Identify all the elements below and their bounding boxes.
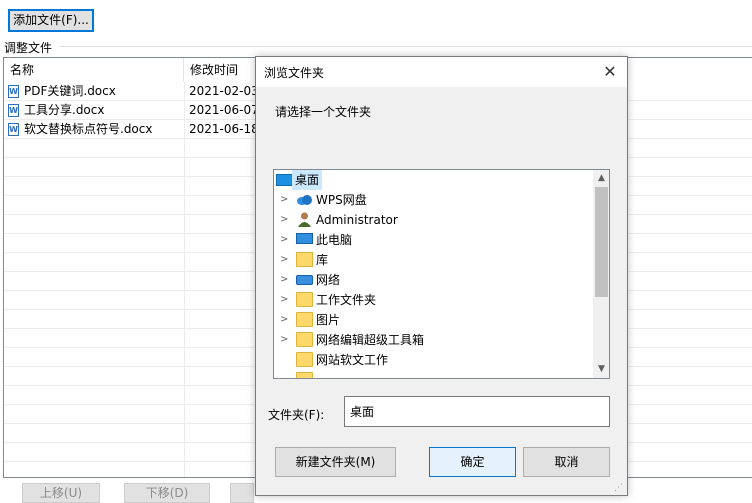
chevron-right-icon[interactable]: > [280,270,290,290]
cloud-icon [297,195,312,205]
library-icon [296,252,313,267]
folder-icon [296,332,313,347]
move-up-button[interactable]: 上移(U) [22,483,100,503]
file-row[interactable]: W 工具分享.docx 2021-06-07 [4,101,264,120]
resize-grip-icon[interactable]: ⋰ [614,483,626,495]
folder-icon [296,352,313,367]
ok-button[interactable]: 确定 [429,447,516,477]
move-down-button[interactable]: 下移(D) [124,483,210,503]
tree-item-work-folder[interactable]: > 工作文件夹 [274,290,594,310]
file-name: 工具分享.docx [24,103,105,117]
tree-item-wps-drive[interactable]: > WPS网盘 [274,190,594,210]
chevron-right-icon[interactable]: > [280,330,290,350]
partial-button[interactable] [230,483,254,503]
file-date: 2021-06-07 [189,103,259,117]
chevron-right-icon[interactable]: > [280,210,290,230]
tree-item-label: 此电脑 [316,233,353,247]
folder-field-label: 文件夹(F): [268,408,325,422]
tree-item-label: 库 [316,253,329,267]
chevron-right-icon[interactable]: > [280,290,290,310]
tree-item-site-articles[interactable]: 网站软文工作 [274,350,594,370]
cancel-button[interactable]: 取消 [523,447,610,477]
word-document-icon: W [8,123,19,136]
browse-folder-dialog: 浏览文件夹 ✕ 请选择一个文件夹 桌面 > WPS网盘 > Administra… [255,56,628,496]
tree-item-label: WPS网盘 [316,193,367,207]
chevron-down-icon[interactable]: ▼ [593,361,609,378]
tree-item-partial[interactable] [274,370,594,378]
folder-icon [296,292,313,307]
add-file-button[interactable]: 添加文件(F)... [8,9,94,32]
tree-item-administrator[interactable]: > Administrator [274,210,594,230]
column-header-name[interactable]: 名称 [4,58,184,82]
group-divider [60,46,752,47]
column-divider [184,82,185,477]
tree-item-network[interactable]: > 网络 [274,270,594,290]
tree-item-library[interactable]: > 库 [274,250,594,270]
dialog-title: 浏览文件夹 [264,66,325,80]
network-icon [296,275,313,285]
folder-icon [296,372,313,378]
dialog-prompt: 请选择一个文件夹 [275,105,372,119]
tree-item-desktop[interactable]: 桌面 [274,170,594,190]
file-row[interactable]: W PDF关键词.docx 2021-02-03 [4,82,264,101]
chevron-up-icon[interactable]: ▲ [593,170,609,187]
tree-item-label: 桌面 [292,170,323,190]
user-icon [298,212,311,227]
chevron-right-icon[interactable]: > [280,310,290,330]
tree-scrollbar[interactable]: ▲ ▼ [593,170,609,378]
word-document-icon: W [8,104,19,117]
scrollbar-thumb[interactable] [595,187,608,297]
tree-item-label: 网络编辑超级工具箱 [316,333,425,347]
word-document-icon: W [8,85,19,98]
tree-item-label: 网站软文工作 [316,353,389,367]
file-name: 软文替换标点符号.docx [24,122,153,136]
file-row[interactable]: W 软文替换标点符号.docx 2021-06-18 [4,120,264,139]
folder-icon [296,312,313,327]
tree-item-label: Administrator [316,213,398,227]
folder-tree[interactable]: 桌面 > WPS网盘 > Administrator > 此电脑 > 库 > 网… [273,169,610,379]
tree-item-label: 工作文件夹 [316,293,377,307]
chevron-right-icon[interactable]: > [280,250,290,270]
new-folder-button[interactable]: 新建文件夹(M) [275,447,396,477]
file-date: 2021-02-03 [189,84,259,98]
chevron-right-icon[interactable]: > [280,230,290,250]
file-name: PDF关键词.docx [24,84,116,98]
computer-icon [296,233,313,244]
chevron-right-icon[interactable]: > [280,190,290,210]
desktop-icon [276,174,293,186]
tree-item-this-pc[interactable]: > 此电脑 [274,230,594,250]
folder-input[interactable] [344,396,610,427]
group-label: 调整文件 [4,39,56,56]
tree-item-editor-toolbox[interactable]: > 网络编辑超级工具箱 [274,330,594,350]
tree-item-label: 图片 [316,313,341,327]
close-icon[interactable]: ✕ [598,60,622,84]
file-date: 2021-06-18 [189,122,259,136]
tree-item-label: 网络 [316,273,341,287]
tree-item-pictures[interactable]: > 图片 [274,310,594,330]
column-header-modified[interactable]: 修改时间 [184,58,264,82]
